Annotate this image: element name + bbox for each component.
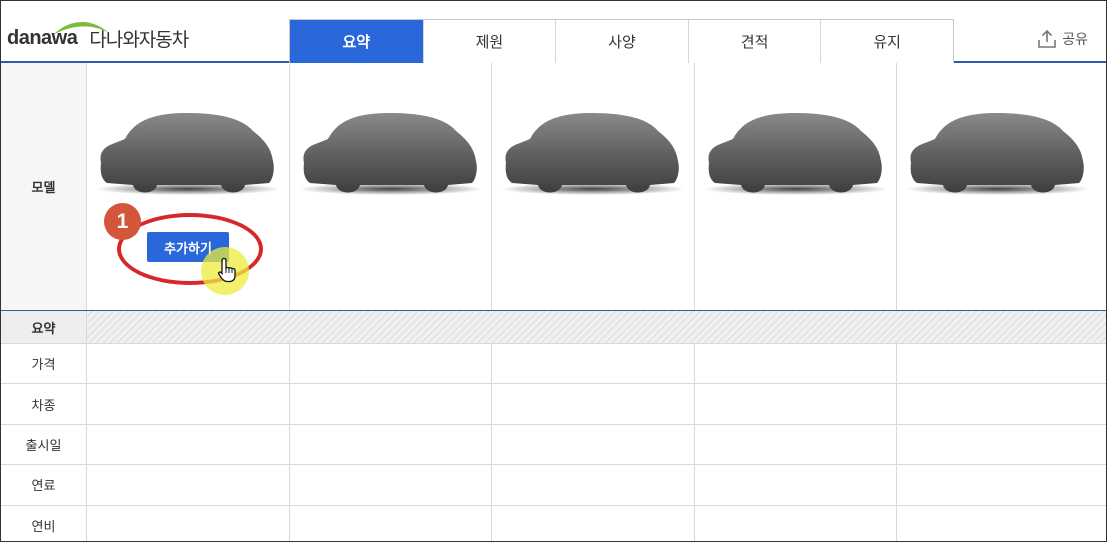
table-cell [693,424,897,465]
tab-quote[interactable]: 견적 [687,20,821,63]
share-button[interactable]: 공유 [1037,29,1088,49]
table-cell [491,384,694,424]
table-cell [86,465,289,505]
tab-specs[interactable]: 제원 [422,20,556,63]
table-cell [896,384,1099,424]
table-row: 연비 [1,505,1106,541]
section-header-summary: 요약 [1,311,1106,344]
table-row: 출시일 [1,424,1106,466]
table-cell [693,384,897,424]
table-row: 차종 [1,384,1106,425]
table-cell [86,505,289,541]
tab-maintenance[interactable]: 유지 [820,20,953,63]
danawa-logo[interactable]: danawa 다나와자동차 [7,21,189,53]
car-placeholder-icon [95,112,277,196]
row-label-price: 가격 [1,344,86,384]
row-label-release-date: 출시일 [1,424,86,465]
table-cell [491,424,694,465]
table-cell [491,505,694,541]
model-slot: 추가하기 [86,63,289,310]
header: danawa 다나와자동차 요약 제원 사양 견적 유지 공유 [1,1,1106,63]
table-cell [896,344,1099,384]
row-label-fuel-economy: 연비 [1,505,86,541]
section-hatch [86,311,1106,343]
comparison-page: danawa 다나와자동차 요약 제원 사양 견적 유지 공유 모델 추가하기 … [0,0,1107,542]
car-placeholder-icon [298,112,480,196]
model-slot [491,63,694,310]
share-label: 공유 [1062,32,1088,48]
table-cell [491,344,694,384]
table-cell [86,424,289,465]
car-placeholder-icon [905,112,1088,196]
table-cell [896,465,1099,505]
tab-bar: 요약 제원 사양 견적 유지 [289,19,954,63]
tab-options[interactable]: 사양 [555,20,688,63]
table-cell [896,505,1099,541]
row-label-model: 모델 [1,63,86,310]
logo-swoosh-icon [53,21,109,35]
table-cell [693,465,897,505]
table-cell [86,384,289,424]
table-cell [288,424,492,465]
car-placeholder-icon [500,112,683,196]
model-slot [693,63,897,310]
row-label-car-type: 차종 [1,384,86,424]
add-model-button[interactable]: 추가하기 [147,232,229,262]
car-placeholder-icon [703,112,885,196]
table-cell [896,424,1099,465]
table-cell [288,465,492,505]
model-slot [896,63,1099,310]
table-cell [288,384,492,424]
section-title: 요약 [1,311,86,343]
table-cell [288,505,492,541]
table-row: 연료 [1,465,1106,506]
tab-summary[interactable]: 요약 [290,20,423,63]
share-icon [1038,29,1057,48]
table-cell [491,465,694,505]
row-label-fuel: 연료 [1,465,86,505]
table-cell [86,344,289,384]
model-row: 모델 추가하기 [1,63,1106,311]
table-cell [693,505,897,541]
model-slot [288,63,492,310]
comparison-table: 모델 추가하기 요약 가격 차종 출시일 연료 연비 [1,63,1106,541]
table-cell [288,344,492,384]
table-row: 가격 [1,344,1106,385]
table-cell [693,344,897,384]
